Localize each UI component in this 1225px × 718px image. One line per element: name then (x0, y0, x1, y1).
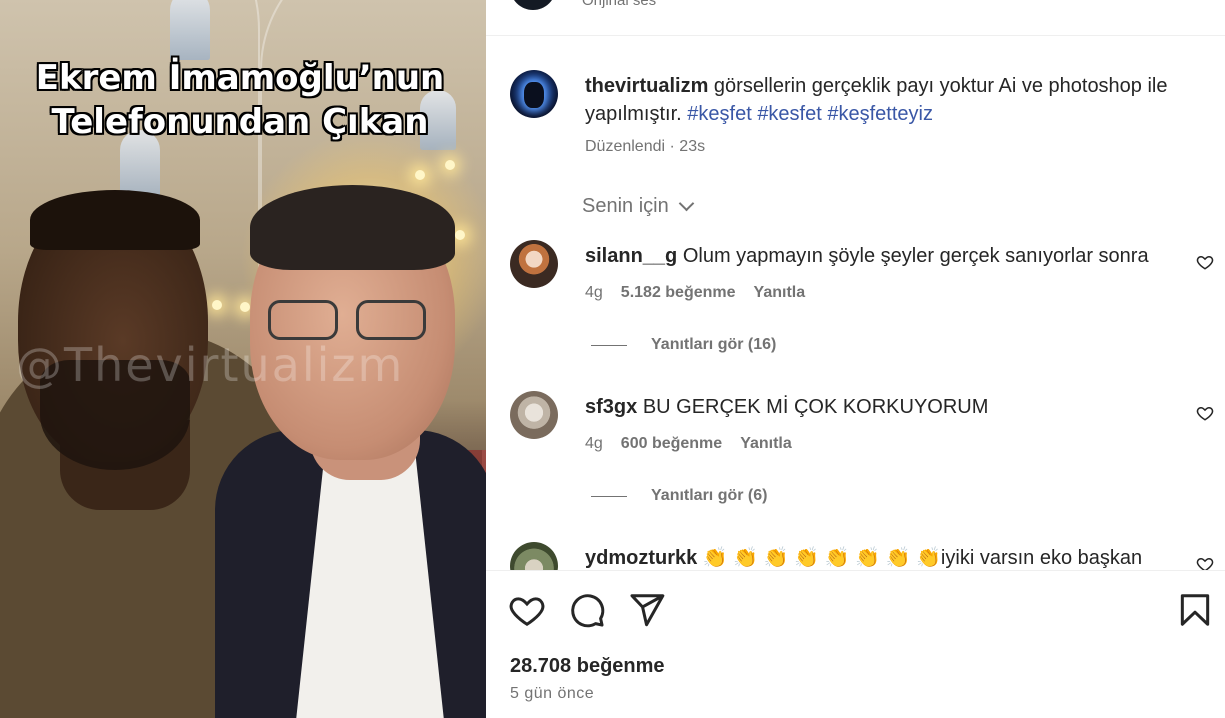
share-icon[interactable] (628, 591, 666, 629)
comment-body: Olum yapmayın şöyle şeyler gerçek sanıyo… (682, 245, 1149, 267)
reply-button[interactable]: Yanıtla (754, 284, 806, 302)
hashtag-link[interactable]: #kesfet (757, 103, 821, 125)
comment-heart-icon[interactable] (1196, 555, 1214, 570)
comment-age[interactable]: 4g (585, 284, 603, 302)
comment-age[interactable]: 4g (585, 435, 603, 453)
post-actions: 28.708 beğenme 5 gün önce (486, 570, 1225, 718)
view-replies-button[interactable]: Yanıtları gör (16) (591, 336, 776, 354)
comment-like-count[interactable]: 600 beğenme (621, 435, 722, 453)
comments-scroll-area[interactable]: Orijinal ses thevirtualizm görsellerin g… (486, 0, 1225, 570)
lamp-light (240, 302, 250, 312)
reply-button[interactable]: Yanıtla (740, 435, 792, 453)
commenter-avatar[interactable] (510, 391, 558, 439)
comment-text: silann__g Olum yapmayın şöyle şeyler ger… (585, 242, 1165, 270)
author-avatar[interactable] (510, 0, 556, 10)
comment-icon[interactable] (568, 591, 606, 629)
comment-text: ydmozturkk 👏 👏 👏 👏 👏 👏 👏 👏iyiki varsın e… (585, 544, 1165, 570)
person-right-hair (250, 185, 455, 270)
glasses-left-lens (268, 300, 338, 340)
caption-author-avatar[interactable] (510, 70, 558, 118)
overlay-title-line: Ekrem İmamoğlu’nun (35, 58, 445, 98)
comment-username[interactable]: ydmozturkk (585, 547, 697, 569)
post-media[interactable]: @Thevirtualizm Ekrem İmamoğlu’nun Telefo… (0, 0, 486, 718)
audio-label[interactable]: Orijinal ses (582, 0, 656, 9)
edited-label: Düzenlendi (585, 138, 666, 155)
caption-meta: Düzenlendi · 23s (585, 138, 705, 156)
post-timestamp[interactable]: 5 gün önce (510, 685, 594, 703)
post-header: Orijinal ses (486, 0, 1225, 36)
lamp-light (445, 160, 455, 170)
heart-icon[interactable] (508, 591, 546, 629)
view-replies-button[interactable]: Yanıtları gör (6) (591, 487, 767, 505)
overlay-title-line: Telefonundan Çıkan (51, 102, 429, 142)
caption-username[interactable]: thevirtualizm (585, 75, 708, 97)
meta-separator: · (669, 138, 675, 155)
glasses-right-lens (356, 300, 426, 340)
post-side-panel: Orijinal ses thevirtualizm görsellerin g… (486, 0, 1225, 718)
post-like-count[interactable]: 28.708 beğenme (510, 655, 665, 678)
comment-text: sf3gx BU GERÇEK Mİ ÇOK KORKUYORUM (585, 393, 1165, 421)
hashtag-link[interactable]: #keşfetteyiz (827, 103, 933, 125)
lamp-light (415, 170, 425, 180)
chevron-down-icon (678, 195, 694, 212)
lamp-light (212, 300, 222, 310)
media-overlay-title: Ekrem İmamoğlu’nun Telefonundan Çıkan (20, 56, 460, 144)
media-watermark: @Thevirtualizm (16, 338, 405, 392)
commenter-avatar[interactable] (510, 542, 558, 570)
comment-body: 👏 👏 👏 👏 👏 👏 👏 👏iyiki varsın eko başkan (702, 547, 1143, 569)
replies-divider-line (591, 495, 627, 497)
comment-username[interactable]: silann__g (585, 245, 677, 267)
comment-sort-label: Senin için (582, 195, 669, 217)
caption-text: thevirtualizm görsellerin gerçeklik payı… (585, 72, 1215, 128)
comment-username[interactable]: sf3gx (585, 396, 637, 418)
bookmark-icon[interactable] (1176, 591, 1214, 629)
view-replies-label: Yanıtları gör (16) (651, 336, 777, 353)
replies-divider-line (591, 344, 627, 346)
person-left-hair (30, 190, 200, 250)
commenter-avatar[interactable] (510, 240, 558, 288)
caption-age[interactable]: 23s (679, 138, 705, 155)
comment-meta: 4g 5.182 beğenme Yanıtla (585, 284, 805, 302)
hashtag-link[interactable]: #keşfet (687, 103, 751, 125)
comment-heart-icon[interactable] (1196, 404, 1214, 422)
comment-meta: 4g 600 beğenme Yanıtla (585, 435, 792, 453)
comment-body: BU GERÇEK Mİ ÇOK KORKUYORUM (642, 396, 989, 418)
lamp-light (455, 230, 465, 240)
mosque-window (170, 0, 210, 60)
comment-like-count[interactable]: 5.182 beğenme (621, 284, 736, 302)
view-replies-label: Yanıtları gör (6) (651, 487, 768, 504)
comment-sort-dropdown[interactable]: Senin için (582, 195, 694, 218)
comment-heart-icon[interactable] (1196, 253, 1214, 271)
